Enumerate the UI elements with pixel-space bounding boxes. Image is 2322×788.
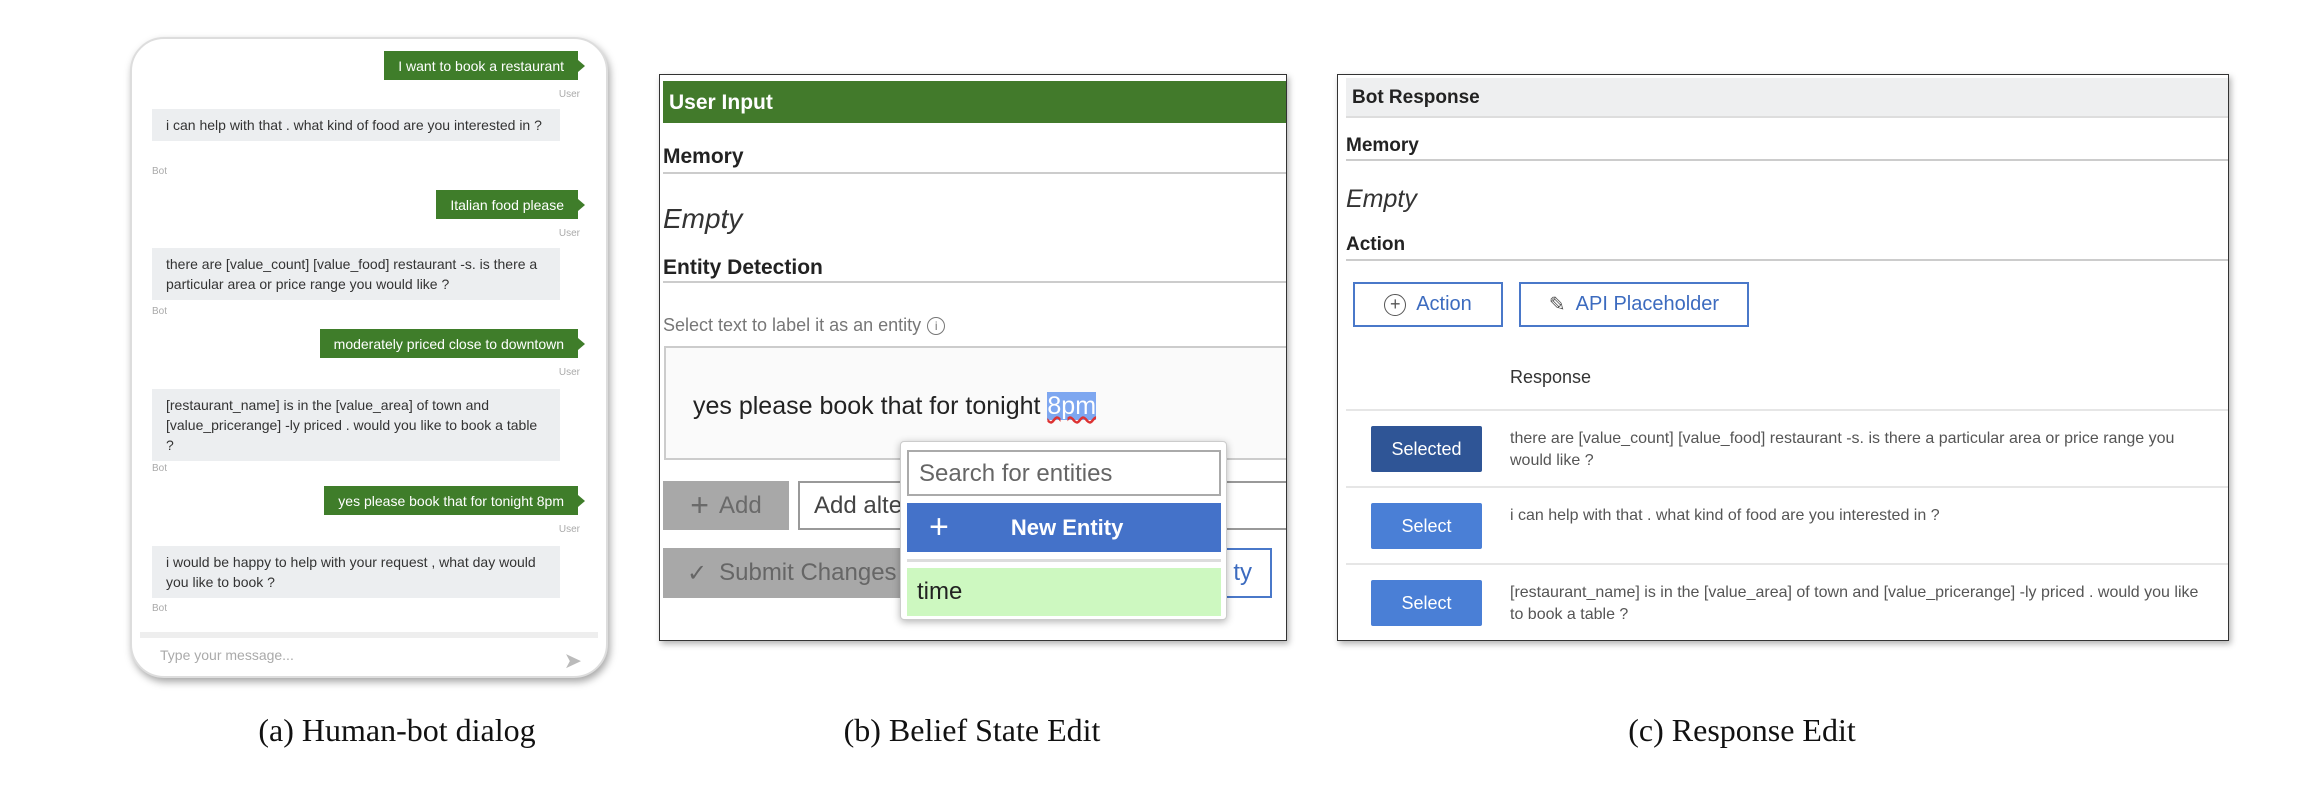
action-heading: Action (1346, 234, 1406, 255)
divider (907, 559, 1221, 562)
sender-label: Bot (152, 603, 168, 614)
user-message: moderately priced close to downtown (319, 329, 586, 358)
divider (1346, 409, 2228, 411)
caption-c: (c) Response Edit (1628, 712, 1856, 748)
entity-option-time[interactable]: time (907, 568, 1221, 616)
api-placeholder-button[interactable]: ✎ API Placeholder (1519, 282, 1749, 327)
sender-label: Bot (152, 463, 168, 474)
entity-button-label: ty (1233, 559, 1252, 586)
search-placeholder: Search for entities (919, 460, 1113, 487)
user-message: yes please book that for tonight 8pm (324, 486, 585, 515)
entity-hint: Select text to label it as an entity i (663, 315, 946, 336)
response-text: there are [value_count] [value_food] res… (1510, 430, 2175, 469)
select-button[interactable]: Select (1371, 503, 1482, 549)
check-icon: ✓ (687, 559, 708, 587)
divider (1346, 486, 2228, 488)
utterance-prefix: yes please book that for tonight (693, 392, 1048, 420)
new-entity-button[interactable]: + New Entity (907, 503, 1221, 552)
bot-message: i would be happy to help with your reque… (152, 546, 560, 598)
entity-detection-heading: Entity Detection (663, 256, 823, 279)
entity-picker-popup: Search for entities + New Entity time (900, 441, 1227, 620)
response-column-header: Response (1510, 367, 1592, 387)
edit-icon: ✎ (1548, 294, 1566, 316)
message-input[interactable]: Type your message... ➤ (140, 632, 598, 674)
selected-text[interactable]: 8pm (1047, 392, 1097, 420)
add-label: Add (718, 491, 762, 519)
plus-icon: + (690, 487, 709, 523)
add-button[interactable]: + Add (663, 481, 789, 530)
response-edit-panel: Bot Response Memory Empty Action + Actio… (1337, 74, 2229, 641)
belief-state-panel: User Input Memory Empty Entity Detection… (659, 74, 1287, 641)
selected-button[interactable]: Selected (1371, 426, 1482, 472)
caption-a: (a) Human-bot dialog (258, 712, 536, 748)
caption-b: (b) Belief State Edit (843, 712, 1101, 748)
sender-label: User (558, 524, 580, 535)
user-message: I want to book a restaurant (384, 51, 585, 80)
new-entity-label: New Entity (1010, 514, 1124, 540)
sender-label: User (558, 89, 580, 100)
select-button[interactable]: Select (1371, 580, 1482, 626)
entity-search-input[interactable]: Search for entities (907, 450, 1221, 496)
divider (1346, 563, 2228, 565)
bot-message: there are [value_count] [value_food] res… (152, 248, 560, 300)
plus-circle-icon: + (1384, 293, 1407, 316)
message-placeholder: Type your message... (160, 647, 294, 663)
divider (663, 281, 1286, 283)
divider (1346, 159, 2228, 161)
api-button-label: API Placeholder (1575, 293, 1720, 315)
hint-text: Select text to label it as an entity (663, 315, 922, 335)
user-message: Italian food please (436, 190, 585, 219)
response-text: i can help with that . what kind of food… (1510, 507, 1940, 524)
memory-empty: Empty (663, 203, 743, 234)
memory-heading: Memory (663, 145, 744, 168)
send-icon[interactable]: ➤ (564, 648, 582, 674)
bot-message: [restaurant_name] is in the [value_area]… (152, 389, 560, 461)
sender-label: User (558, 228, 580, 239)
bot-message: i can help with that . what kind of food… (152, 109, 560, 141)
memory-empty: Empty (1346, 185, 1417, 213)
alt-placeholder: Add alter (814, 492, 911, 519)
memory-heading: Memory (1346, 135, 1419, 156)
plus-icon: + (929, 508, 949, 546)
sender-label: Bot (152, 166, 168, 177)
divider (663, 172, 1286, 174)
submit-label: Submit Changes (719, 559, 897, 586)
submit-changes-button[interactable]: ✓ Submit Changes (663, 548, 923, 598)
action-button-label: Action (1416, 293, 1472, 315)
utterance-text: yes please book that for tonight 8pm (693, 392, 1097, 421)
info-icon[interactable]: i (927, 316, 946, 335)
divider (1346, 259, 2228, 261)
response-text: [restaurant_name] is in the [value_area]… (1510, 584, 2199, 623)
sender-label: Bot (152, 306, 168, 317)
chat-window: I want to book a restaurant User i can h… (130, 37, 608, 678)
sender-label: User (558, 367, 580, 378)
add-action-button[interactable]: + Action (1353, 282, 1503, 327)
user-input-header: User Input (663, 81, 1286, 123)
bot-response-header: Bot Response (1346, 78, 2228, 118)
